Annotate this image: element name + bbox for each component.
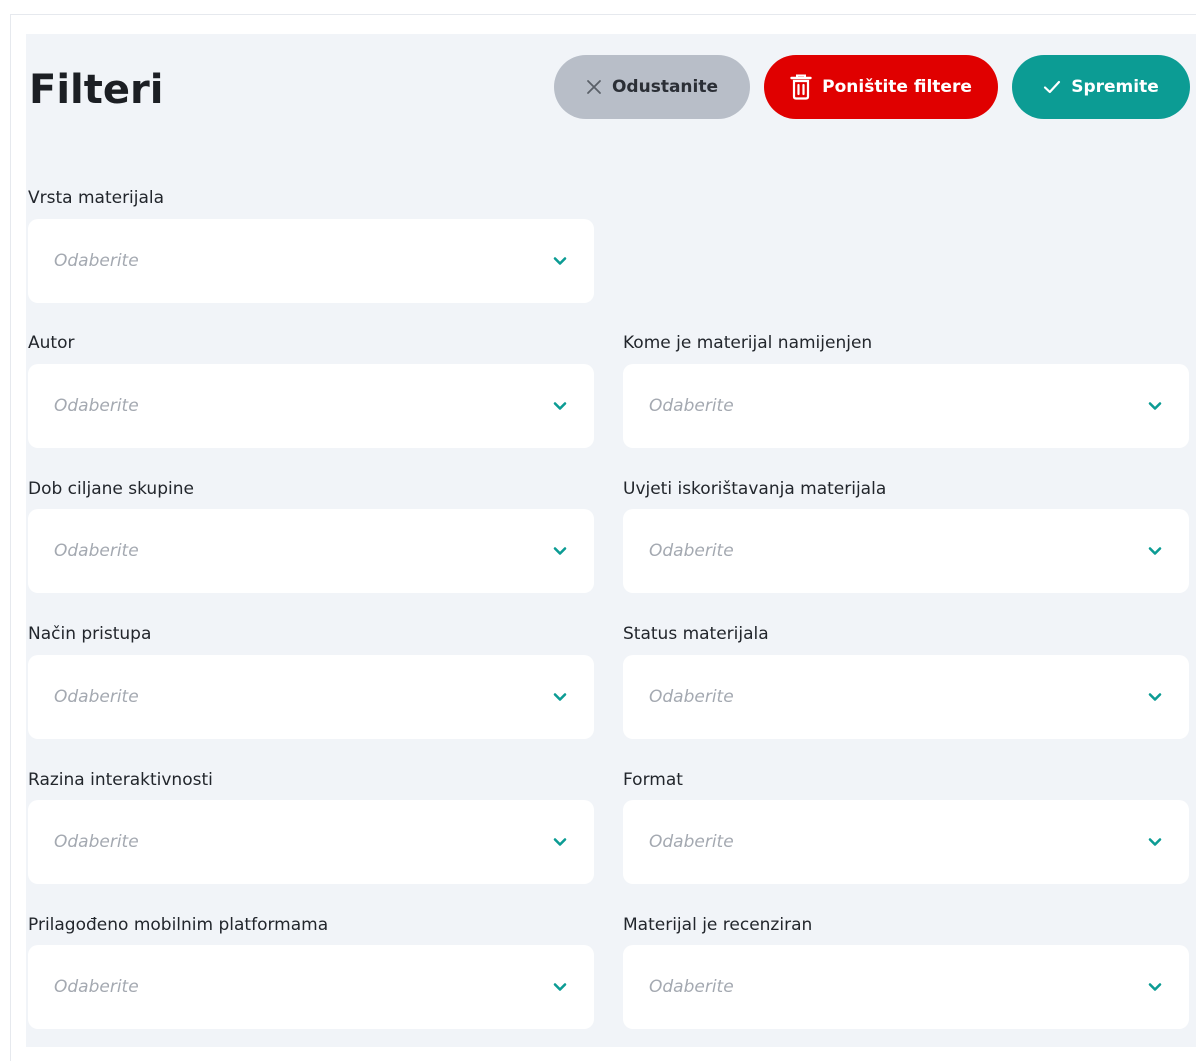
trash-icon — [790, 74, 812, 100]
select-target-age[interactable]: Odaberite — [28, 509, 594, 593]
field-label-target-age: Dob ciljane skupine — [28, 479, 194, 499]
select-material-status[interactable]: Odaberite — [623, 655, 1189, 739]
chevron-down-icon — [553, 402, 567, 410]
select-usage-terms[interactable]: Odaberite — [623, 509, 1189, 593]
select-material-type[interactable]: Odaberite — [28, 219, 594, 303]
chevron-down-icon — [553, 257, 567, 265]
select-format[interactable]: Odaberite — [623, 800, 1189, 884]
chevron-down-icon — [1148, 838, 1162, 846]
chevron-down-icon — [1148, 547, 1162, 555]
field-label-author: Autor — [28, 333, 75, 353]
save-button[interactable]: Spremite — [1012, 55, 1190, 119]
select-placeholder: Odaberite — [54, 977, 139, 997]
chevron-down-icon — [1148, 693, 1162, 701]
filters-panel: Filteri Odustanite Poništite filtere Spr… — [26, 34, 1196, 1047]
select-placeholder: Odaberite — [649, 977, 734, 997]
chevron-down-icon — [553, 983, 567, 991]
field-label-interactivity-level: Razina interaktivnosti — [28, 770, 213, 790]
chevron-down-icon — [1148, 402, 1162, 410]
select-interactivity-level[interactable]: Odaberite — [28, 800, 594, 884]
select-placeholder: Odaberite — [54, 251, 139, 271]
select-placeholder: Odaberite — [649, 687, 734, 707]
reset-filters-label: Poništite filtere — [822, 77, 972, 97]
cancel-button[interactable]: Odustanite — [554, 55, 750, 119]
select-placeholder: Odaberite — [649, 832, 734, 852]
close-icon — [586, 79, 602, 95]
chevron-down-icon — [1148, 983, 1162, 991]
select-placeholder: Odaberite — [54, 687, 139, 707]
chevron-down-icon — [553, 547, 567, 555]
save-button-label: Spremite — [1071, 77, 1159, 97]
field-label-access-method: Način pristupa — [28, 624, 152, 644]
chevron-down-icon — [553, 693, 567, 701]
check-icon — [1043, 80, 1061, 94]
cancel-button-label: Odustanite — [611, 77, 719, 97]
reset-filters-button[interactable]: Poništite filtere — [764, 55, 998, 119]
select-placeholder: Odaberite — [649, 541, 734, 561]
field-label-intended-audience: Kome je materijal namijenjen — [623, 333, 873, 353]
select-placeholder: Odaberite — [54, 832, 139, 852]
field-label-reviewed: Materijal je recenziran — [623, 915, 813, 935]
select-placeholder: Odaberite — [54, 541, 139, 561]
field-label-material-status: Status materijala — [623, 624, 769, 644]
field-label-material-type: Vrsta materijala — [28, 188, 165, 208]
select-intended-audience[interactable]: Odaberite — [623, 364, 1189, 448]
page-title: Filteri — [29, 67, 164, 113]
select-reviewed[interactable]: Odaberite — [623, 945, 1189, 1029]
select-author[interactable]: Odaberite — [28, 364, 594, 448]
select-placeholder: Odaberite — [649, 396, 734, 416]
select-access-method[interactable]: Odaberite — [28, 655, 594, 739]
field-label-format: Format — [623, 770, 683, 790]
field-label-usage-terms: Uvjeti iskorištavanja materijala — [623, 479, 887, 499]
chevron-down-icon — [553, 838, 567, 846]
select-mobile-friendly[interactable]: Odaberite — [28, 945, 594, 1029]
field-label-mobile-friendly: Prilagođeno mobilnim platformama — [28, 915, 329, 935]
select-placeholder: Odaberite — [54, 396, 139, 416]
